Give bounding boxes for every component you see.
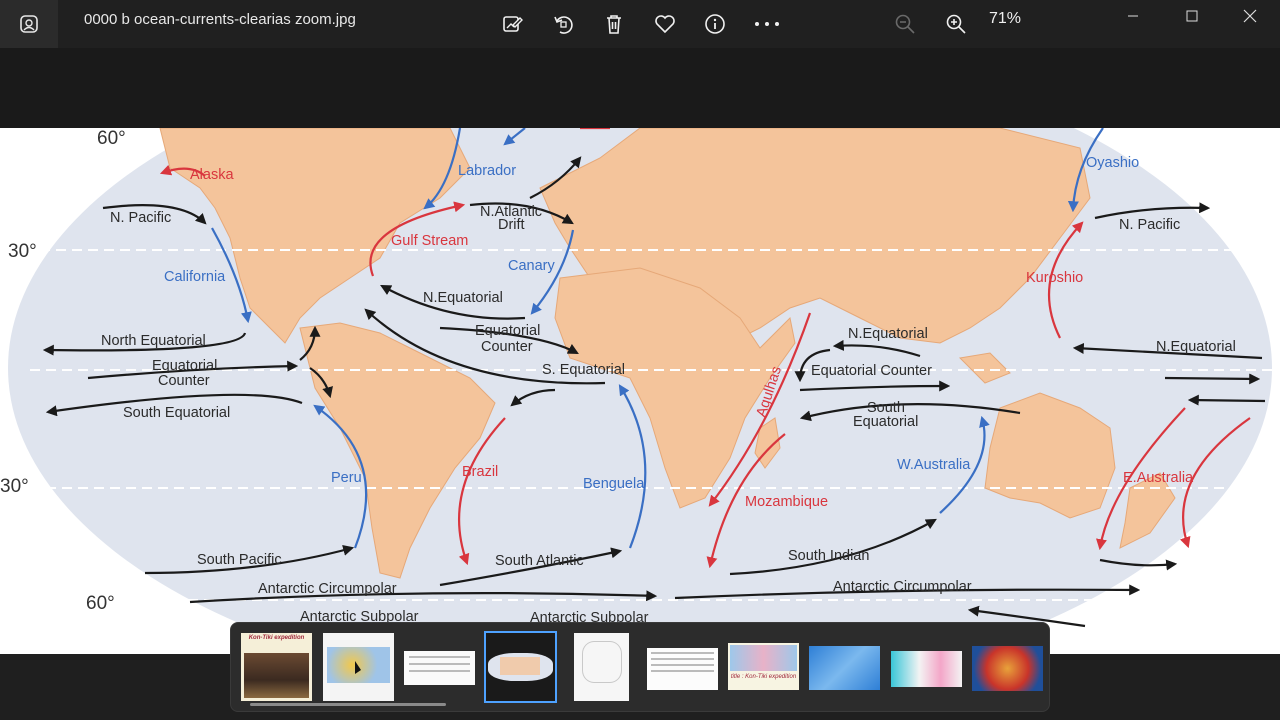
label-gulf-stream: Gulf Stream (391, 233, 468, 249)
thumbnail-10[interactable] (972, 646, 1043, 691)
photos-app-icon[interactable] (0, 0, 58, 48)
label-brazil: Brazil (462, 464, 498, 480)
thumbnail-5[interactable] (574, 633, 629, 701)
label-equatorial-counter-ind: Equatorial Counter (811, 363, 932, 379)
label-antarctic-circumpolar-e: Antarctic Circumpolar (833, 579, 972, 595)
minimize-icon[interactable] (1110, 0, 1156, 32)
close-icon[interactable] (1227, 0, 1273, 32)
title-bar: 0000 b ocean-currents-clearias zoom.jpg … (0, 0, 1280, 48)
label-benguela: Benguela (583, 476, 645, 492)
info-icon[interactable] (698, 7, 732, 41)
favorite-icon[interactable] (648, 7, 682, 41)
label-oyashio: Oyashio (1086, 155, 1139, 171)
thumbnail-3[interactable] (404, 651, 475, 685)
label-eq-counter-pac-1: Equatorial (152, 358, 217, 374)
label-eq-counter-atl-1: Equatorial (475, 323, 540, 339)
thumbnail-9[interactable] (891, 651, 962, 687)
thumbnail-7-title: title : Kon-Tiki expedition (730, 674, 797, 680)
thumbnail-4-selected[interactable] (484, 631, 557, 703)
thumbnail-1[interactable]: Kon-Tiki expedition (241, 633, 312, 701)
label-canary: Canary (508, 258, 555, 274)
label-south-atlantic: South Atlantic (495, 553, 584, 569)
ocean-currents-map[interactable]: 60° 30° 30° 60° N. Pacific N.Atlantic Dr… (0, 128, 1280, 654)
label-kuroshio: Kuroshio (1026, 270, 1083, 286)
label-south-equatorial-ind-2: Equatorial (853, 414, 918, 430)
label-eq-counter-pac-2: Counter (158, 373, 210, 389)
label-n-pacific-e: N. Pacific (1119, 217, 1180, 233)
lat-label-30s: 30° (0, 476, 29, 497)
zoom-out-icon[interactable] (888, 7, 922, 41)
rotate-icon[interactable] (546, 7, 580, 41)
filmstrip: Kon-Tiki expedition title : Kon-Tiki exp… (230, 622, 1050, 712)
zoom-level[interactable]: 71% (989, 10, 1021, 28)
eq-counter-e-arrow (1164, 373, 1261, 385)
label-w-australia: W.Australia (897, 457, 971, 473)
filmstrip-scrollbar[interactable] (250, 703, 446, 706)
label-antarctic-circumpolar-w: Antarctic Circumpolar (258, 581, 397, 597)
label-alaska: Alaska (190, 167, 234, 183)
label-california: California (164, 269, 226, 285)
lat-label-60s: 60° (86, 593, 115, 614)
label-e-australia: E.Australia (1123, 470, 1194, 486)
edit-image-icon[interactable] (495, 7, 529, 41)
mouse-cursor-icon (355, 661, 361, 674)
more-icon[interactable] (750, 7, 784, 41)
file-name: 0000 b ocean-currents-clearias zoom.jpg (84, 11, 356, 28)
thumbnail-8[interactable] (809, 646, 880, 690)
label-eq-counter-atl-2: Counter (481, 339, 533, 355)
thumbnail-1-title: Kon-Tiki expedition (248, 635, 305, 641)
label-south-equatorial-pac: South Equatorial (123, 405, 230, 421)
south-equatorial-e-arrow (1187, 394, 1266, 406)
delete-icon[interactable] (597, 7, 631, 41)
label-s-equatorial-atl: S. Equatorial (542, 362, 625, 378)
label-n-equatorial-ind: N.Equatorial (848, 326, 928, 342)
thumbnail-7[interactable]: title : Kon-Tiki expedition (728, 643, 799, 690)
thumbnail-2[interactable] (323, 633, 394, 701)
zoom-in-icon[interactable] (939, 7, 973, 41)
label-south-indian: South Indian (788, 548, 869, 564)
label-n-equatorial-e: N.Equatorial (1156, 339, 1236, 355)
maximize-icon[interactable] (1169, 0, 1215, 32)
label-n-pacific-w: N. Pacific (110, 210, 171, 226)
lat-label-30n: 30° (8, 241, 37, 262)
thumbnail-6[interactable] (647, 648, 718, 690)
lat-label-60n: 60° (97, 128, 126, 149)
label-labrador: Labrador (458, 163, 516, 179)
label-n-atlantic-drift-2: Drift (498, 217, 525, 233)
label-north-equatorial-pac: North Equatorial (101, 333, 206, 349)
label-south-pacific: South Pacific (197, 552, 282, 568)
label-n-equatorial-atl: N.Equatorial (423, 290, 503, 306)
label-peru: Peru (331, 470, 362, 486)
label-mozambique: Mozambique (745, 494, 828, 510)
